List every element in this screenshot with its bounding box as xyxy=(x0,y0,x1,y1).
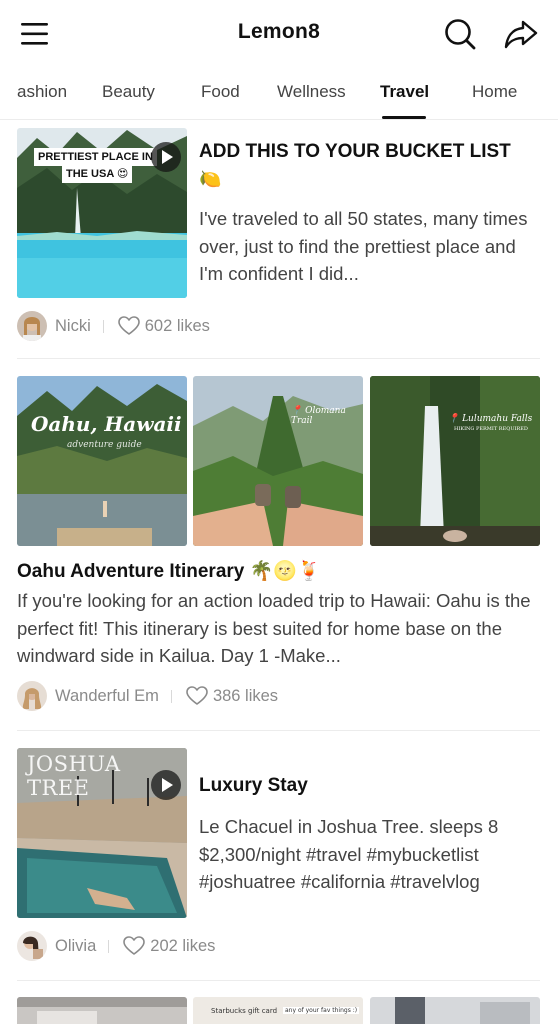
post-title: Luxury Stay xyxy=(199,775,308,796)
tab-beauty[interactable]: Beauty xyxy=(102,82,155,102)
post-body: If you're looking for an action loaded t… xyxy=(17,590,531,666)
post-body: Le Chacuel in Joshua Tree. sleeps 8 $2,3… xyxy=(199,816,499,892)
top-bar: Lemon8 xyxy=(0,0,558,66)
post-image[interactable] xyxy=(17,997,187,1024)
tab-wellness[interactable]: Wellness xyxy=(277,82,346,102)
post-body: I've traveled to all 50 states, many tim… xyxy=(199,208,528,284)
heart-icon[interactable] xyxy=(186,686,208,706)
avatar[interactable] xyxy=(17,311,47,341)
post-meta: Nicki 602 likes xyxy=(17,310,210,342)
thumbnail-caption: PRETTIEST PLACE IN xyxy=(34,148,157,166)
post-image[interactable]: 📍 Olomana Trail xyxy=(193,376,363,546)
post-thumbnail[interactable]: PRETTIEST PLACE IN THE USA 😍 xyxy=(17,128,187,298)
meta-divider xyxy=(108,939,110,953)
post-thumbnail[interactable]: JOSHUA TREE xyxy=(17,748,187,918)
likes-count: 386 likes xyxy=(212,686,279,705)
post-title: ADD THIS TO YOUR BUCKET LIST xyxy=(199,141,511,162)
post-image[interactable]: Oahu, Hawaii adventure guide xyxy=(17,376,187,546)
post-title: Oahu Adventure Itinerary 🌴🌝🍹 xyxy=(17,561,321,582)
heart-icon[interactable] xyxy=(117,316,140,336)
image-subcaption: any of your fav things :) xyxy=(283,1007,360,1014)
tab-home[interactable]: Home xyxy=(472,82,517,102)
play-video-icon[interactable] xyxy=(151,142,181,172)
author-name[interactable]: Nicki xyxy=(55,317,91,336)
meta-divider xyxy=(102,319,104,333)
post-meta: Olivia 202 likes xyxy=(17,930,215,962)
image-caption: Oahu, Hawaii xyxy=(31,412,182,436)
avatar[interactable] xyxy=(17,681,47,711)
post-image[interactable]: 📍 Lulumahu Falls HIKING PERMIT REQUIRED xyxy=(370,376,540,546)
post-image[interactable] xyxy=(370,997,540,1024)
active-tab-indicator xyxy=(382,116,426,119)
play-video-icon[interactable] xyxy=(151,770,181,800)
tab-food[interactable]: Food xyxy=(201,82,240,102)
meta-divider xyxy=(170,689,172,703)
post-card[interactable]: Starbucks gift card any of your fav thin… xyxy=(0,982,558,1024)
image-caption: 📍 Lulumahu Falls xyxy=(448,414,533,424)
image-subcaption: adventure guide xyxy=(67,440,142,450)
heart-icon[interactable] xyxy=(123,936,146,956)
divider xyxy=(17,730,540,731)
thumbnail-caption: THE USA 😍 xyxy=(62,165,133,183)
post-card[interactable]: Oahu, Hawaii adventure guide 📍 Olomana T… xyxy=(0,360,558,730)
image-caption: 📍 Olomana Trail xyxy=(291,406,346,426)
tab-fashion[interactable]: ashion xyxy=(17,82,67,102)
likes-count: 202 likes xyxy=(150,936,216,955)
likes-count: 602 likes xyxy=(144,316,210,335)
image-caption: Starbucks gift card xyxy=(211,1007,278,1015)
post-title-emoji: 🍋 xyxy=(199,169,222,189)
share-arrow-icon[interactable] xyxy=(503,17,539,51)
divider xyxy=(17,980,540,981)
tab-travel[interactable]: Travel xyxy=(380,82,429,102)
search-icon[interactable] xyxy=(443,17,477,51)
author-name[interactable]: Wanderful Em xyxy=(55,687,159,706)
divider xyxy=(17,358,540,359)
post-card[interactable]: JOSHUA TREE Luxury Stay Le Chacuel in Jo… xyxy=(0,732,558,980)
post-image[interactable]: Starbucks gift card any of your fav thin… xyxy=(193,997,363,1024)
post-card[interactable]: PRETTIEST PLACE IN THE USA 😍 ADD THIS TO… xyxy=(0,120,558,360)
category-tabs: ashion Beauty Food Wellness Travel Home xyxy=(0,66,558,120)
avatar[interactable] xyxy=(17,931,47,961)
author-name[interactable]: Olivia xyxy=(55,937,96,956)
image-subcaption: HIKING PERMIT REQUIRED xyxy=(454,426,528,432)
post-meta: Wanderful Em 386 likes xyxy=(17,680,278,712)
